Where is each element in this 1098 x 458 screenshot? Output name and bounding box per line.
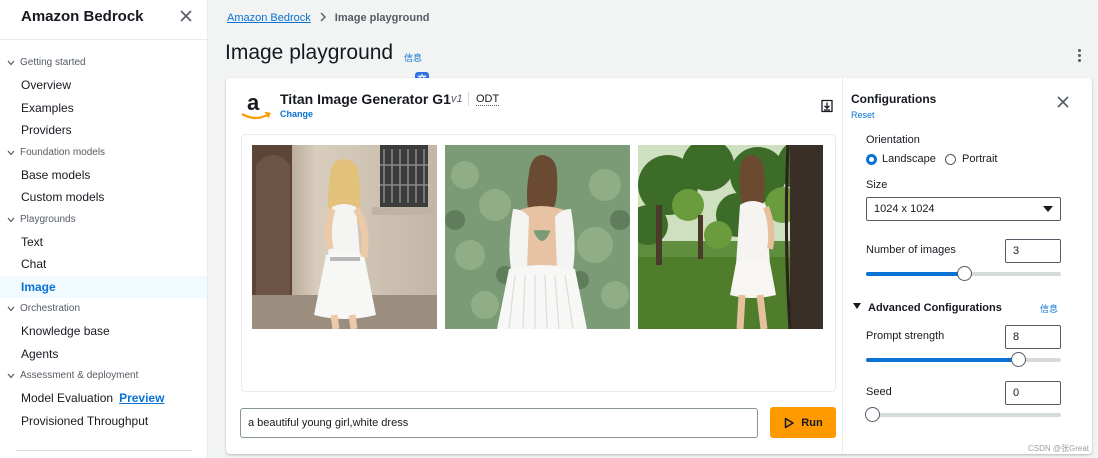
sidebar-item-providers[interactable]: Providers <box>0 119 207 142</box>
caret-down-icon <box>7 373 15 379</box>
prompt-strength-slider[interactable] <box>866 352 1061 367</box>
sidebar-item-overview[interactable]: Overview <box>0 74 207 97</box>
chevron-right-icon <box>319 10 327 25</box>
nav-group-playgrounds[interactable]: Playgrounds <box>0 209 207 231</box>
caret-down-icon <box>7 150 15 155</box>
caret-down-icon <box>7 217 15 222</box>
watermark: CSDN @张Great <box>1028 444 1090 453</box>
amazon-logo-icon: a <box>240 90 272 122</box>
reset-link[interactable]: Reset <box>851 110 875 120</box>
nav-group-label: Getting started <box>20 57 86 68</box>
run-button-label: Run <box>801 416 823 429</box>
sidebar-divider <box>16 450 192 451</box>
slider-thumb[interactable] <box>864 407 880 422</box>
config-title: Configurations <box>851 92 937 106</box>
nav-group-foundation-models[interactable]: Foundation models <box>0 142 207 164</box>
slider-thumb[interactable] <box>1011 352 1027 367</box>
sidebar-item-model-evaluation[interactable]: Model Evaluation Preview <box>0 387 207 410</box>
nav-group-label: Playgrounds <box>20 213 76 225</box>
model-version: v1 <box>451 93 463 105</box>
prompt-strength-input[interactable]: 8 <box>1005 325 1061 349</box>
sidebar-item-text[interactable]: Text <box>0 231 207 254</box>
size-select-value: 1024 x 1024 <box>874 203 935 215</box>
model-divider <box>468 92 469 106</box>
breadcrumb-root-link[interactable]: Amazon Bedrock <box>227 12 311 24</box>
sidebar: Amazon Bedrock Getting started Overview … <box>0 0 208 458</box>
sidebar-item-chat[interactable]: Chat <box>0 253 207 276</box>
num-images-input[interactable]: 3 <box>1005 239 1061 263</box>
slider-fill <box>866 358 1019 362</box>
sidebar-title: Amazon Bedrock <box>21 8 144 25</box>
generated-image-1[interactable] <box>252 145 437 329</box>
prompt-input[interactable]: a beautiful young girl,white dress <box>240 408 758 438</box>
num-images-label: Number of images <box>866 244 956 256</box>
sidebar-item-image[interactable]: Image <box>0 275 207 298</box>
caret-down-icon <box>1043 206 1053 212</box>
nav-group-label: Assessment & deployment <box>20 370 139 381</box>
model-name: Titan Image Generator G1 <box>280 91 451 107</box>
play-icon <box>785 417 795 428</box>
caret-down-icon <box>7 306 15 312</box>
advanced-info-link[interactable]: 信息 <box>1040 302 1058 315</box>
sidebar-item-provisioned-throughput[interactable]: Provisioned Throughput <box>0 410 207 433</box>
landscape-label[interactable]: Landscape <box>882 153 936 165</box>
radio-landscape[interactable] <box>866 154 877 165</box>
prompt-strength-label: Prompt strength <box>866 330 945 342</box>
radio-portrait[interactable] <box>945 154 956 165</box>
svg-text:a: a <box>247 92 260 115</box>
caret-down-icon <box>7 60 15 66</box>
page-title: Image playground <box>225 41 394 64</box>
more-options-icon[interactable] <box>1073 48 1085 64</box>
info-link[interactable]: 信息 <box>404 51 422 64</box>
advanced-config-toggle[interactable]: Advanced Configurations <box>868 302 1002 314</box>
config-divider <box>842 78 843 454</box>
download-icon[interactable] <box>820 99 834 113</box>
sidebar-item-base-models[interactable]: Base models <box>0 164 207 187</box>
seed-input[interactable]: 0 <box>1005 381 1061 405</box>
nav-group-label: Orchestration <box>20 303 81 314</box>
nav-group-assessment-deployment[interactable]: Assessment & deployment <box>0 365 207 387</box>
nav-group-orchestration[interactable]: Orchestration <box>0 298 207 320</box>
breadcrumb: Amazon Bedrock Image playground <box>227 10 430 25</box>
size-label: Size <box>866 179 888 191</box>
slider-thumb[interactable] <box>956 266 972 281</box>
orientation-label: Orientation <box>866 134 920 146</box>
slider-fill <box>866 272 964 276</box>
seed-label: Seed <box>866 386 892 398</box>
sidebar-item-custom-models[interactable]: Custom models <box>0 186 207 209</box>
run-button[interactable]: Run <box>770 407 836 438</box>
sidebar-item-knowledge-base[interactable]: Knowledge base <box>0 320 207 343</box>
generated-image-3[interactable] <box>638 145 823 329</box>
generated-image-2[interactable] <box>445 145 630 329</box>
caret-down-icon[interactable] <box>853 303 861 309</box>
sidebar-item-examples[interactable]: Examples <box>0 97 207 120</box>
sidebar-header: Amazon Bedrock <box>0 0 207 40</box>
change-model-link[interactable]: Change <box>280 109 313 119</box>
sidebar-item-agents[interactable]: Agents <box>0 343 207 366</box>
close-icon[interactable] <box>176 6 196 26</box>
nav-group-getting-started[interactable]: Getting started <box>0 52 207 74</box>
size-select[interactable]: 1024 x 1024 <box>866 197 1061 221</box>
breadcrumb-current: Image playground <box>334 11 430 24</box>
sidebar-item-label: Model Evaluation <box>21 391 114 405</box>
sidebar-nav: Getting started Overview Examples Provid… <box>0 52 207 432</box>
portrait-label[interactable]: Portrait <box>962 153 997 165</box>
close-icon[interactable] <box>1056 95 1070 109</box>
seed-slider[interactable] <box>864 407 1061 422</box>
model-odt-tag[interactable]: ODT <box>476 93 500 106</box>
nav-group-label: Foundation models <box>20 146 106 158</box>
num-images-slider[interactable] <box>866 266 1061 281</box>
preview-link[interactable]: Preview <box>119 391 164 405</box>
